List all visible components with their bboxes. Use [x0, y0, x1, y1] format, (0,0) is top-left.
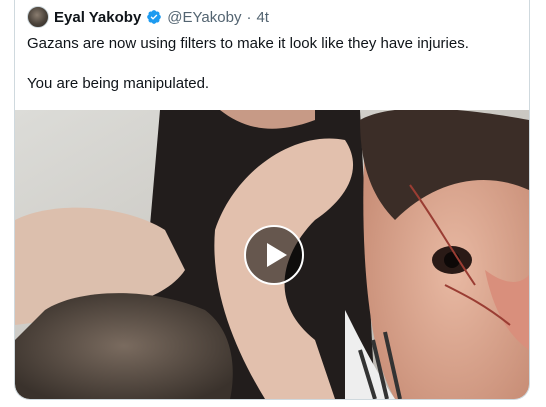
tweet-text-line: Gazans are now using filters to make it …	[27, 35, 469, 52]
author-handle[interactable]: @EYakoby	[167, 9, 241, 26]
verified-badge-icon	[147, 10, 162, 24]
video-player[interactable]	[15, 110, 529, 399]
play-button[interactable]	[244, 225, 304, 285]
tweet-header: Eyal Yakoby @EYakoby · 4t	[27, 6, 269, 28]
separator-dot: ·	[246, 8, 252, 26]
author-name[interactable]: Eyal Yakoby	[54, 9, 141, 26]
tweet-text-line: You are being manipulated.	[27, 75, 210, 92]
avatar[interactable]	[27, 6, 49, 28]
tweet-text: Gazans are now using filters to make it …	[27, 34, 517, 94]
tweet-timestamp[interactable]: 4t	[256, 9, 269, 26]
play-icon	[267, 243, 287, 267]
tweet-card[interactable]: Eyal Yakoby @EYakoby · 4t Gazans are now…	[14, 0, 530, 400]
